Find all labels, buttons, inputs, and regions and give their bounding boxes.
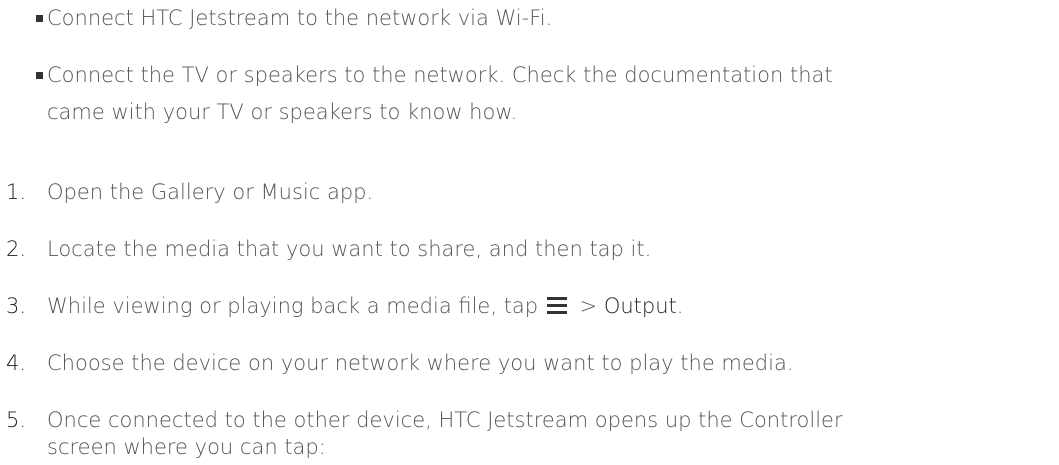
output-ui-term: Output: [603, 294, 677, 318]
bullet-text-line-1: Connect the TV or speakers to the networ…: [47, 63, 833, 87]
bullet-text: Connect HTC Jetstream to the network via…: [47, 6, 553, 30]
bullet-marker: [36, 15, 43, 22]
step-text-after: .: [676, 294, 684, 318]
step-text-line-2: screen where you can tap:: [47, 435, 326, 459]
step-text: While viewing or playing back a media fi…: [47, 288, 1052, 324]
step-number: 4.: [6, 351, 27, 375]
step-number: 1.: [6, 180, 27, 204]
step-text: Choose the device on your network where …: [47, 351, 794, 375]
step-text-before: While viewing or playing back a media fi…: [47, 294, 539, 318]
bullet-marker: [36, 72, 43, 79]
step-number: 5.: [6, 408, 27, 432]
step-text: Locate the media that you want to share,…: [47, 237, 652, 261]
step-number: 2.: [6, 237, 27, 261]
bullet-text-line-2: came with your TV or speakers to know ho…: [47, 100, 518, 124]
menu-separator: >: [579, 294, 598, 318]
document-page: Connect HTC Jetstream to the network via…: [0, 0, 1059, 459]
step-number: 3.: [6, 294, 27, 318]
menu-icon: [546, 296, 567, 314]
step-text: Open the Gallery or Music app.: [47, 180, 374, 204]
